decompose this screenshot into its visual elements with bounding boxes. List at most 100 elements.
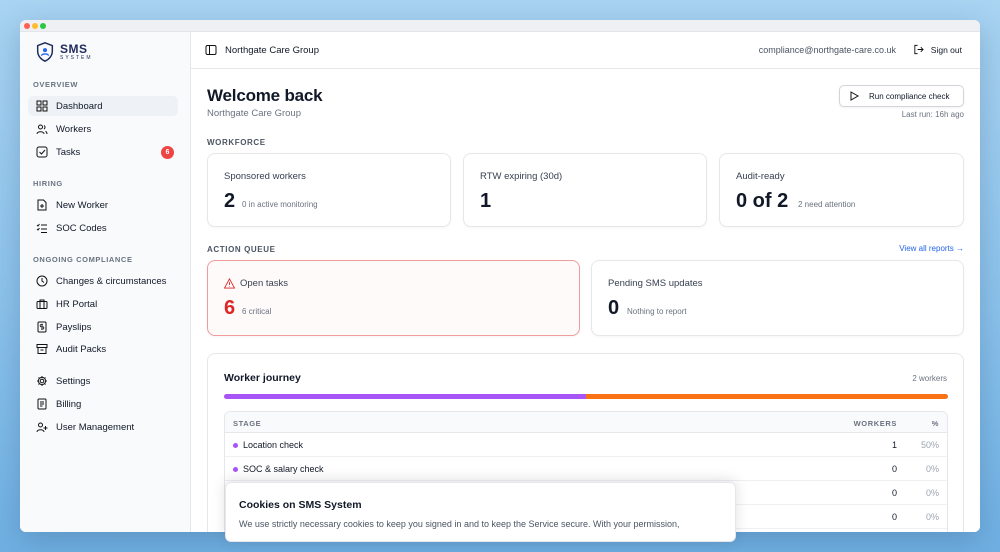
- sidebar-item-workers[interactable]: Workers: [28, 119, 178, 139]
- card-value: 0: [608, 297, 620, 319]
- sidebar-item-label: Audit Packs: [56, 343, 107, 355]
- card-title: RTW expiring (30d): [480, 171, 563, 182]
- stage-workers: 1: [891, 440, 897, 450]
- sidebar-item-dashboard[interactable]: Dashboard: [28, 96, 178, 116]
- column-header-percent: %: [931, 419, 939, 428]
- journey-progress-bar: [224, 394, 948, 399]
- section-label-ongoing-compliance: ONGOING COMPLIANCE: [33, 255, 133, 264]
- invoice-icon: [36, 398, 48, 410]
- cookie-banner-text: We use strictly necessary cookies to kee…: [239, 519, 680, 529]
- sidebar-item-new-worker[interactable]: New Worker: [28, 195, 178, 215]
- page-subtitle: Northgate Care Group: [207, 108, 301, 119]
- sidebar-item-label: Settings: [56, 375, 91, 387]
- sidebar-item-label: Tasks: [56, 146, 81, 158]
- table-row[interactable]: SOC & salary check 0 0%: [225, 457, 947, 481]
- table-row[interactable]: Location check 1 50%: [225, 433, 947, 457]
- card-note: Nothing to report: [627, 307, 687, 316]
- sidebar-item-billing[interactable]: Billing: [28, 394, 178, 414]
- sponsored-workers-card[interactable]: Sponsored workers 2 0 in active monitori…: [207, 153, 451, 227]
- open-tasks-card[interactable]: Open tasks 6 6 critical: [207, 260, 580, 336]
- app-logo[interactable]: SMS SYSTEM: [34, 41, 93, 63]
- organisation-name: Northgate Care Group: [225, 45, 319, 56]
- section-label-overview: OVERVIEW: [33, 80, 79, 89]
- sign-out-button[interactable]: Sign out: [913, 44, 962, 55]
- sidebar-item-label: User Management: [56, 421, 135, 433]
- stage-percent: 0%: [925, 512, 939, 522]
- sidebar-item-label: HR Portal: [56, 298, 98, 310]
- users-icon: [36, 123, 48, 135]
- worker-journey-count: 2 workers: [912, 374, 947, 383]
- user-management-icon: [36, 421, 48, 433]
- sidebar-item-soc-codes[interactable]: SOC Codes: [28, 218, 178, 238]
- action-queue-section-label: ACTION QUEUE: [207, 245, 276, 254]
- app-window: SMS SYSTEM OVERVIEW Dashboard Workers Ta…: [20, 20, 980, 532]
- stage-dot: [233, 467, 238, 472]
- minimize-window-button[interactable]: [32, 23, 38, 29]
- card-note: 6 critical: [242, 307, 272, 316]
- stage-workers: 0: [891, 464, 897, 474]
- page-title: Welcome back: [207, 86, 323, 105]
- gear-icon: [36, 375, 48, 387]
- workforce-section-label: WORKFORCE: [207, 138, 266, 147]
- stage-dot: [233, 443, 238, 448]
- column-header-workers: WORKERS: [853, 419, 897, 428]
- run-compliance-check-label: Run compliance check: [869, 91, 950, 101]
- stage-percent: 0%: [925, 464, 939, 474]
- section-label-hiring: HIRING: [33, 179, 63, 188]
- cookie-banner-title: Cookies on SMS System: [239, 499, 362, 511]
- logo-subtitle: SYSTEM: [60, 55, 93, 61]
- sidebar-item-label: Dashboard: [56, 100, 103, 112]
- sidebar-item-tasks[interactable]: Tasks 6: [28, 142, 178, 162]
- card-value: 0 of 2: [736, 190, 789, 212]
- card-value: 6: [224, 297, 236, 319]
- sidebar-item-label: SOC Codes: [56, 222, 107, 234]
- last-run-timestamp: Last run: 16h ago: [901, 110, 964, 119]
- card-title: Pending SMS updates: [608, 278, 703, 289]
- main-content: Welcome back Northgate Care Group Run co…: [191, 69, 980, 532]
- receipt-icon: [36, 321, 48, 333]
- sign-out-icon: [914, 44, 924, 55]
- briefcase-icon: [36, 298, 48, 310]
- sidebar-item-hr-portal[interactable]: HR Portal: [28, 294, 178, 314]
- stage-workers: 0: [891, 488, 897, 498]
- sidebar: SMS SYSTEM OVERVIEW Dashboard Workers Ta…: [20, 32, 191, 532]
- progress-segment: [586, 394, 948, 399]
- sidebar-item-settings[interactable]: Settings: [28, 371, 178, 391]
- top-bar: Northgate Care Group compliance@northgat…: [191, 32, 980, 69]
- sidebar-item-payslips[interactable]: Payslips: [28, 317, 178, 337]
- sidebar-item-label: Billing: [56, 398, 82, 410]
- maximize-window-button[interactable]: [40, 23, 46, 29]
- sidebar-item-label: Workers: [56, 123, 92, 135]
- stage-name: SOC & salary check: [243, 464, 324, 474]
- stage-workers: 0: [891, 512, 897, 522]
- list-check-icon: [36, 222, 48, 234]
- pending-sms-updates-card[interactable]: Pending SMS updates 0 Nothing to report: [591, 260, 964, 336]
- column-header-stage: STAGE: [233, 419, 262, 428]
- sidebar-item-audit-packs[interactable]: Audit Packs: [28, 339, 178, 359]
- run-compliance-check-button[interactable]: Run compliance check: [839, 85, 964, 107]
- card-title: Open tasks: [240, 278, 289, 289]
- card-note: 0 in active monitoring: [242, 200, 318, 209]
- user-email: compliance@northgate-care.co.uk: [758, 45, 896, 55]
- card-title: Audit-ready: [736, 171, 785, 182]
- stage-percent: 50%: [920, 440, 939, 450]
- worker-journey-title: Worker journey: [224, 372, 301, 384]
- table-header: STAGE WORKERS %: [225, 412, 947, 433]
- cookie-banner: Cookies on SMS System We use strictly ne…: [225, 482, 736, 542]
- sidebar-item-changes-circumstances[interactable]: Changes & circumstances: [28, 271, 178, 291]
- stage-percent: 0%: [925, 488, 939, 498]
- tasks-count-badge: 6: [161, 146, 174, 159]
- audit-ready-card[interactable]: Audit-ready 0 of 2 2 need attention: [719, 153, 964, 227]
- archive-icon: [36, 343, 48, 355]
- toggle-sidebar-icon[interactable]: [205, 44, 217, 56]
- close-window-button[interactable]: [24, 23, 30, 29]
- logo-wordmark: SMS: [60, 42, 88, 56]
- rtw-expiring-card[interactable]: RTW expiring (30d) 1: [463, 153, 707, 227]
- dashboard-icon: [36, 100, 48, 112]
- card-value: 1: [480, 190, 492, 212]
- file-plus-icon: [36, 199, 48, 211]
- sidebar-item-label: New Worker: [56, 199, 109, 211]
- card-value: 2: [224, 190, 236, 212]
- sidebar-item-user-management[interactable]: User Management: [28, 417, 178, 437]
- view-all-reports-link[interactable]: View all reports →: [899, 244, 964, 253]
